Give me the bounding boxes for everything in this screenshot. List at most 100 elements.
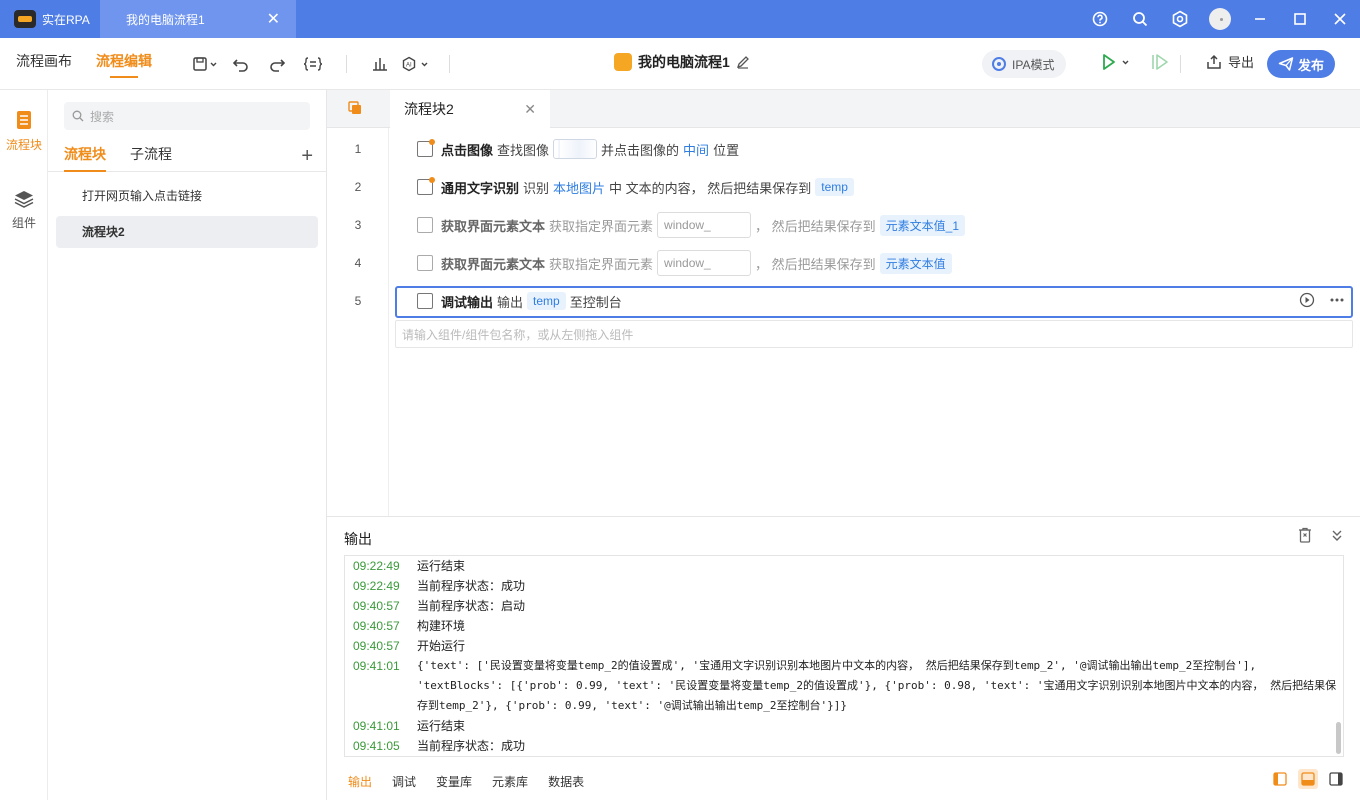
- source-param[interactable]: 本地图片: [553, 178, 605, 197]
- step-get-element-text[interactable]: 获取界面元素文本 获取指定界面元素 window_ ， 然后把结果保存到 元素文…: [395, 247, 956, 279]
- close-tab-icon[interactable]: ✕: [267, 9, 280, 29]
- tab-elements[interactable]: 元素库: [492, 773, 528, 790]
- step-actions: [1299, 292, 1352, 308]
- run-step-icon[interactable]: [1299, 292, 1315, 308]
- close-icon[interactable]: ✕: [524, 101, 536, 118]
- log-time: 09:41:01: [353, 719, 400, 733]
- svg-text:AI: AI: [406, 62, 412, 68]
- search-icon[interactable]: [1120, 0, 1160, 38]
- add-component-input[interactable]: 请输入组件/组件包名称，或从左侧拖入组件: [395, 320, 1353, 348]
- app-home-tab[interactable]: 实在RPA: [0, 0, 100, 38]
- step-name: 获取界面元素文本: [441, 218, 546, 234]
- image-thumbnail[interactable]: [553, 139, 598, 159]
- step-name: 调试输出: [441, 294, 494, 310]
- debug-run-button[interactable]: [1150, 52, 1170, 72]
- help-icon[interactable]: [1080, 0, 1120, 38]
- search-icon: [72, 110, 84, 122]
- rail-item-blocks[interactable]: 流程块: [0, 90, 48, 170]
- redo-button[interactable]: [262, 49, 292, 79]
- more-icon[interactable]: [1329, 292, 1345, 308]
- run-button[interactable]: [1100, 52, 1134, 72]
- undo-button[interactable]: [226, 49, 256, 79]
- step-text: 获取指定界面元素: [549, 218, 654, 234]
- output-panel: 输出 09:22:49 运行结束 09:22:49 当前程序状态：成功 09:40:57…: [327, 516, 1360, 800]
- step-text: 获取指定界面元素: [549, 256, 654, 272]
- maximize-icon[interactable]: [1280, 0, 1320, 38]
- rail-item-components[interactable]: 组件: [0, 170, 48, 250]
- log-time: 09:41:05: [353, 739, 400, 753]
- log-time: 09:40:57: [353, 599, 400, 613]
- layout-left-icon[interactable]: [1270, 769, 1290, 789]
- element-selector[interactable]: window_: [657, 250, 752, 276]
- app-logo: [14, 10, 36, 28]
- collapse-panel-icon[interactable]: [1330, 527, 1344, 543]
- step-click-image[interactable]: 点击图像 查找图像 并点击图像的 中间 位置: [395, 133, 739, 165]
- step-ocr[interactable]: 通用文字识别 识别 本地图片 中 文本的内容， 然后把结果保存到 temp: [395, 171, 858, 203]
- log-message: {'text': ['民设置变量将变量temp_2的值设置成', '宝通用文字识…: [417, 659, 1337, 712]
- list-item[interactable]: 流程块2: [56, 216, 318, 248]
- list-item[interactable]: 打开网页输入点击链接: [56, 180, 318, 212]
- minimize-icon[interactable]: [1240, 0, 1280, 38]
- element-capture-button[interactable]: [365, 49, 395, 79]
- log-time: 09:41:01: [353, 659, 400, 673]
- tab-blocks[interactable]: 流程块: [48, 140, 106, 172]
- step-text: ， 然后把结果保存到: [755, 256, 876, 272]
- user-avatar[interactable]: [1200, 0, 1240, 38]
- element-text-icon: [417, 255, 433, 271]
- log-list: 09:22:49 运行结束 09:22:49 当前程序状态：成功 09:40:57 当前程…: [345, 556, 1343, 756]
- tab-flow-canvas[interactable]: 流程画布: [16, 38, 72, 90]
- step-text: 查找图像: [497, 142, 550, 158]
- tab-datatable[interactable]: 数据表: [548, 773, 584, 790]
- edit-pencil-icon[interactable]: [736, 55, 750, 69]
- add-block-button[interactable]: +: [301, 146, 313, 166]
- toolbar-divider: [449, 54, 450, 73]
- step-get-element-text[interactable]: 获取界面元素文本 获取指定界面元素 window_ ， 然后把结果保存到 元素文…: [395, 209, 969, 241]
- title-bar: 实在RPA 我的电脑流程1 ✕: [0, 0, 1360, 38]
- tab-output[interactable]: 输出: [348, 773, 372, 790]
- element-selector[interactable]: window_: [657, 212, 752, 238]
- log-scrollbar[interactable]: [1336, 722, 1341, 754]
- line-number: 5: [354, 294, 362, 308]
- rail-label-components: 组件: [11, 216, 36, 230]
- variable-chip[interactable]: temp: [815, 178, 854, 196]
- publish-button[interactable]: 发布: [1267, 50, 1335, 78]
- copy-icon[interactable]: [347, 100, 363, 116]
- editor-tab[interactable]: 流程块2 ✕: [390, 90, 550, 128]
- editor-tabs: 流程块2 ✕: [327, 90, 1360, 128]
- search-input[interactable]: 搜索: [64, 102, 310, 130]
- layout-right-icon[interactable]: [1326, 769, 1346, 789]
- output-log: 09:22:49 运行结束 09:22:49 当前程序状态：成功 09:40:57 当前程…: [344, 555, 1344, 757]
- clear-log-icon[interactable]: [1298, 527, 1312, 543]
- ipa-icon: [992, 57, 1006, 71]
- line-number: 1: [354, 142, 362, 156]
- ai-tools-button[interactable]: AI: [401, 49, 431, 79]
- tab-subflow[interactable]: 子流程: [106, 140, 172, 172]
- toolbar-divider: [1180, 55, 1181, 73]
- variable-chip[interactable]: 元素文本值_1: [879, 214, 966, 236]
- settings-icon[interactable]: [1160, 0, 1200, 38]
- variables-button[interactable]: [298, 49, 328, 79]
- layout-bottom-icon[interactable]: [1298, 769, 1318, 789]
- flow-icon: [614, 53, 632, 71]
- file-tab[interactable]: 我的电脑流程1 ✕: [100, 0, 296, 38]
- tab-variables[interactable]: 变量库: [436, 773, 472, 790]
- position-param[interactable]: 中间: [683, 140, 709, 159]
- tab-debug[interactable]: 调试: [392, 773, 416, 790]
- log-line: 09:41:05 当前程序状态：成功: [345, 736, 1343, 756]
- tab-flow-edit[interactable]: 流程编辑: [96, 38, 152, 90]
- output-title: 输出: [344, 531, 372, 547]
- step-debug-output[interactable]: 调试输出 输出 temp 至控制台: [395, 285, 622, 317]
- log-line: 09:40:57 当前程序状态：启动: [345, 596, 1343, 616]
- save-button[interactable]: [190, 49, 220, 79]
- log-line: 09:41:01 {'text': ['民设置变量将变量temp_2的值设置成',…: [345, 656, 1343, 716]
- close-window-icon[interactable]: [1320, 0, 1360, 38]
- log-line: 09:40:57 构建环境: [345, 616, 1343, 636]
- line-gutter: 1 2 3 4 5: [327, 128, 389, 516]
- variable-chip[interactable]: temp: [527, 292, 566, 310]
- ipa-mode-toggle[interactable]: IPA模式: [982, 50, 1066, 78]
- step-name: 获取界面元素文本: [441, 256, 546, 272]
- variable-chip[interactable]: 元素文本值: [879, 252, 952, 274]
- log-message: 当前程序状态：成功: [417, 739, 526, 753]
- line-number: 2: [354, 180, 362, 194]
- export-button[interactable]: 导出: [1206, 52, 1254, 71]
